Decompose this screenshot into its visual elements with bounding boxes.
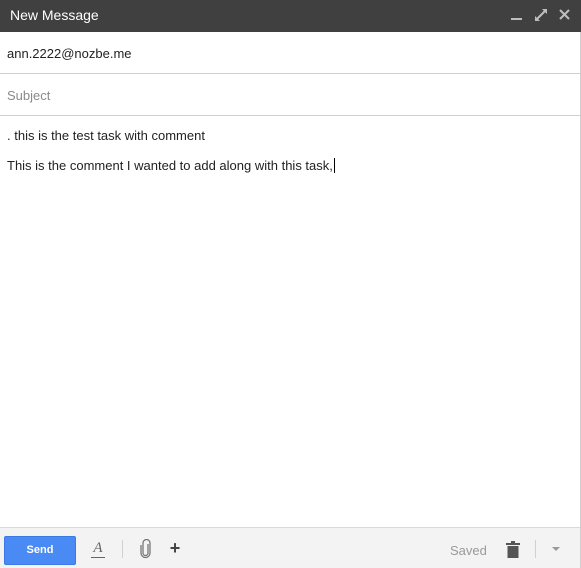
- more-options-plus-icon[interactable]: +: [168, 539, 182, 557]
- window-title: New Message: [10, 7, 99, 23]
- body-line-text: This is the comment I wanted to add alon…: [7, 158, 333, 173]
- more-options-dropdown-icon[interactable]: [552, 547, 560, 551]
- minimize-icon[interactable]: [508, 6, 526, 24]
- to-field: [0, 32, 580, 74]
- save-status: Saved: [450, 543, 487, 558]
- toolbar-divider: [122, 540, 123, 558]
- subject-input[interactable]: [7, 85, 567, 105]
- send-button[interactable]: Send: [4, 536, 76, 565]
- toolbar-divider: [535, 540, 536, 558]
- compose-toolbar: Send A + Saved: [0, 527, 580, 568]
- maximize-icon[interactable]: [532, 6, 550, 24]
- compose-titlebar[interactable]: New Message: [0, 0, 581, 32]
- compose-window: New Message . this is the test task with…: [0, 0, 581, 568]
- to-input[interactable]: [7, 43, 567, 63]
- attach-files-icon[interactable]: [139, 538, 153, 559]
- subject-field: [0, 74, 580, 116]
- formatting-options-icon[interactable]: A: [91, 540, 105, 558]
- text-caret: [333, 158, 335, 173]
- discard-draft-icon[interactable]: [506, 541, 520, 558]
- body-line-text: . this is the test task with comment: [7, 128, 205, 143]
- close-icon[interactable]: [556, 6, 574, 24]
- body-line: This is the comment I wanted to add alon…: [7, 158, 335, 173]
- body-line: . this is the test task with comment: [7, 128, 205, 143]
- message-body[interactable]: . this is the test task with comment Thi…: [0, 117, 580, 527]
